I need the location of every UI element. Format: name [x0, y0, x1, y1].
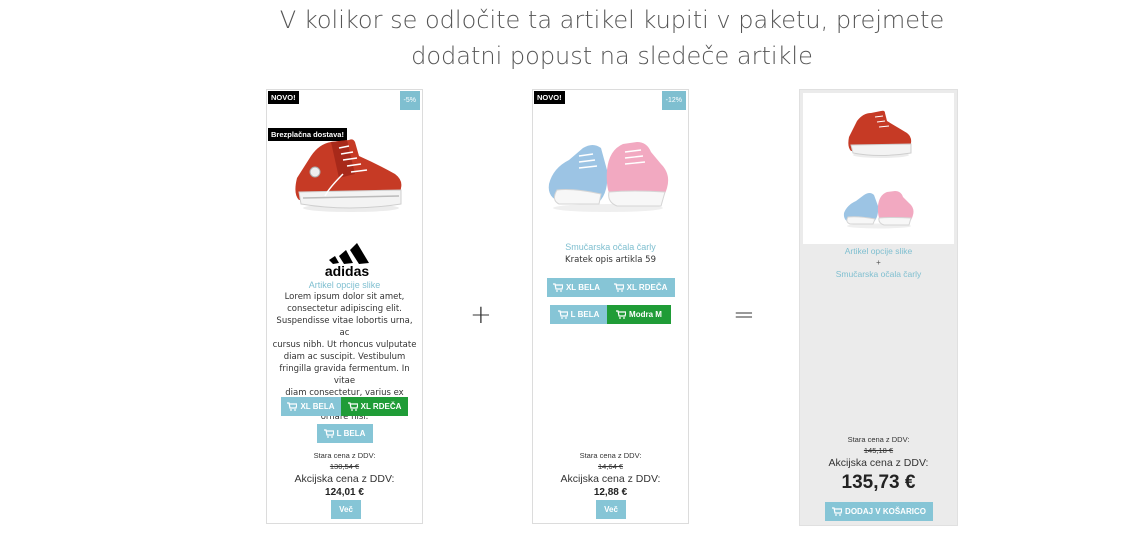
bundle-baby-shoes-thumb	[843, 191, 914, 229]
option-xl-rdeca-button[interactable]: XL RDEČA	[606, 278, 675, 297]
cart-icon	[613, 283, 624, 292]
product-card-1: NOVO! -5% Brezplačna dostava! adidas Art…	[266, 89, 423, 524]
option-l-bela-button[interactable]: L BELA	[316, 424, 373, 443]
more-button[interactable]: Več	[331, 500, 361, 519]
product-2-title-link[interactable]: Smučarska očala čarly	[533, 242, 688, 252]
old-price: 14,64 €	[597, 462, 624, 471]
cart-icon	[557, 310, 568, 319]
old-price-label: Stara cena z DDV:	[579, 451, 642, 460]
product-1-title-link[interactable]: Artikel opcije slike	[267, 280, 422, 290]
adidas-wordmark: adidas	[325, 263, 370, 278]
plus-sign: +	[470, 300, 492, 330]
headline-line-1: V kolikor se odločite ta artikel kupiti …	[279, 6, 945, 34]
option-modra-m-button[interactable]: Modra M	[607, 305, 671, 324]
add-to-cart-label: DODAJ V KOŠARICO	[845, 507, 926, 516]
add-to-cart-button[interactable]: DODAJ V KOŠARICO	[825, 502, 933, 521]
sale-price-label: Akcijska cena z DDV:	[294, 473, 395, 485]
bundle-old-price-label: Stara cena z DDV:	[847, 435, 910, 444]
product-card-2: NOVO! -12% Smučarska očala čarly Kratek …	[532, 89, 689, 524]
option-xl-rdeca-button[interactable]: XL RDEČA	[341, 397, 408, 416]
discount-badge: -5%	[399, 91, 420, 110]
cart-icon	[323, 429, 334, 438]
option-l-bela-button[interactable]: L BELA	[550, 305, 607, 324]
bundle-red-sneaker-thumb	[848, 110, 912, 158]
bundle-images	[803, 93, 954, 244]
sale-price: 12,88 €	[593, 487, 628, 498]
bundle-item-1-link[interactable]: Artikel opcije slike	[800, 246, 957, 256]
discount-badge: -12%	[661, 91, 686, 110]
new-badge: NOVO!	[534, 91, 565, 104]
baby-shoes-image[interactable]	[543, 130, 673, 214]
cart-icon	[347, 402, 358, 411]
headline-line-2: dodatni popust na sledeče artikle	[411, 42, 813, 70]
product-1-options-row-2: L BELA	[267, 424, 422, 443]
bundle-headline: V kolikor se odločite ta artikel kupiti …	[0, 2, 1130, 74]
new-badge: NOVO!	[268, 91, 299, 104]
equals-sign: =	[733, 300, 755, 330]
bundle-item-2-link[interactable]: Smučarska očala čarly	[800, 269, 957, 279]
bundle-sale-price: 135,73 €	[841, 472, 916, 493]
cart-icon	[287, 402, 298, 411]
old-price-label: Stara cena z DDV:	[313, 451, 376, 460]
bundle-old-price: 145,18 €	[863, 446, 894, 455]
sale-price-label: Akcijska cena z DDV:	[560, 473, 661, 485]
option-xl-bela-button[interactable]: XL BELA	[546, 278, 607, 297]
bundle-plus: +	[876, 258, 881, 267]
product-1-options-row-1: XL BELA XL RDEČA	[267, 397, 422, 416]
old-price: 130,54 €	[329, 462, 360, 471]
bundle-sale-price-label: Akcijska cena z DDV:	[828, 457, 929, 469]
cart-icon	[552, 283, 563, 292]
red-sneaker-image[interactable]	[289, 134, 407, 214]
option-xl-bela-button[interactable]: XL BELA	[281, 397, 341, 416]
adidas-logo-icon: adidas	[325, 243, 370, 278]
product-2-short-desc: Kratek opis artikla 59	[565, 255, 656, 265]
cart-icon	[616, 310, 627, 319]
sale-price: 124,01 €	[325, 487, 364, 498]
more-button[interactable]: Več	[596, 500, 626, 519]
product-2-options-row-1: XL BELA XL RDEČA	[533, 278, 688, 297]
bundle-summary: Artikel opcije slike + Smučarska očala č…	[799, 89, 958, 526]
cart-icon	[832, 507, 843, 516]
product-2-options-row-2: L BELA Modra M	[533, 305, 688, 324]
